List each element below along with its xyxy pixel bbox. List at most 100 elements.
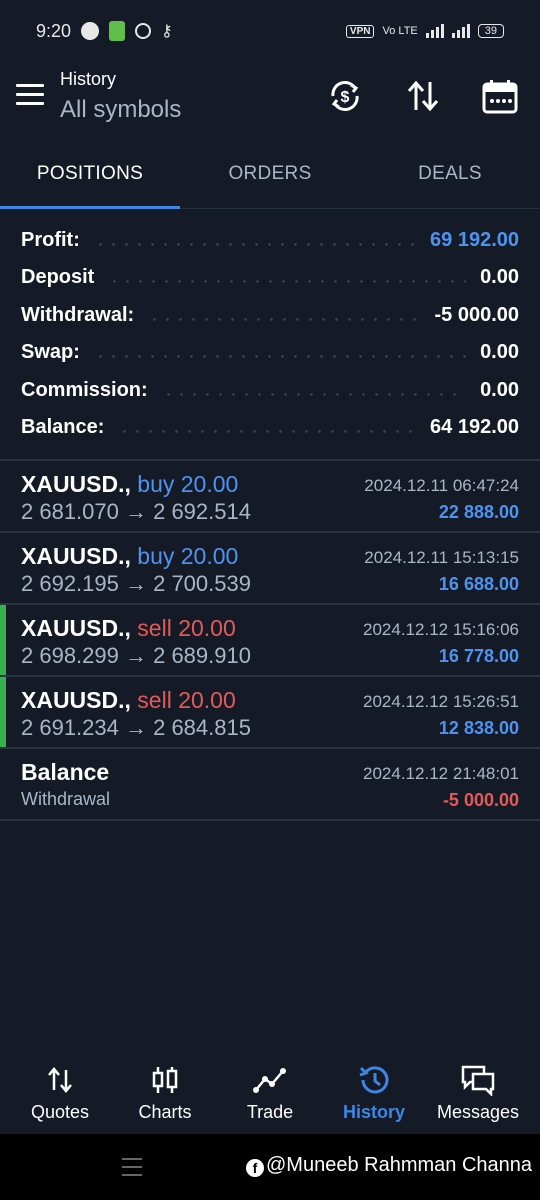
signal-2-icon [451, 24, 470, 38]
calendar-icon[interactable] [480, 76, 520, 116]
svg-text:$: $ [341, 89, 350, 106]
deal-profit: 12 838.00 [438, 718, 519, 738]
telegram-icon [81, 22, 100, 40]
nav-charts[interactable]: Charts [111, 1055, 219, 1135]
deal-symbol-line: XAUUSD., buy 20.00 [21, 543, 238, 570]
nav-label: Messages [436, 1102, 520, 1122]
app-notification-icon [109, 21, 126, 41]
active-tab-indicator [0, 206, 180, 209]
symbol-filter[interactable]: All symbols [60, 96, 181, 124]
status-bar: 9:20 ⚷ VPN Vo LTE 39 [0, 0, 540, 62]
tab-orders[interactable]: ORDERS [180, 152, 360, 210]
balance-subtitle: Withdrawal [21, 789, 111, 809]
summary-value: 69 192.00 [430, 228, 519, 251]
summary-balance-row: Balance: 64 192.00 [21, 409, 519, 445]
facebook-icon: f [246, 1159, 264, 1177]
tab-deals[interactable]: DEALS [360, 152, 540, 210]
balance-title: Balance [21, 759, 110, 785]
app-header: History All symbols $ [0, 62, 540, 132]
tab-positions[interactable]: POSITIONS [0, 152, 180, 210]
deal-profit: 22 888.00 [438, 502, 519, 522]
summary-swap-row: Swap: 0.00 [21, 334, 519, 370]
currency-exchange-icon[interactable]: $ [325, 76, 365, 116]
nav-label: Trade [246, 1102, 294, 1122]
deal-symbol: XAUUSD., [21, 615, 131, 641]
dotted-leader [118, 429, 417, 433]
summary-label: Balance: [21, 415, 105, 438]
system-navigation-bar: f @Muneeb Rahmman Channa [0, 1134, 540, 1200]
dotted-leader [93, 242, 417, 246]
signal-icon [425, 24, 444, 38]
candlestick-icon [147, 1064, 183, 1096]
summary-label: Profit: [21, 228, 80, 251]
deal-symbol-line: XAUUSD., buy 20.00 [21, 471, 238, 498]
summary-value: 0.00 [480, 265, 519, 288]
deal-time: 2024.12.11 15:13:15 [364, 548, 519, 567]
watermark-text: @Muneeb Rahmman Channa [266, 1154, 533, 1176]
nav-label: Quotes [30, 1102, 90, 1122]
summary-value: 0.00 [480, 378, 519, 401]
summary-commission-row: Commission: 0.00 [21, 372, 519, 408]
summary-value: 64 192.00 [430, 415, 519, 438]
deal-prices: 2 692.195 → 2 700.539 [21, 571, 251, 596]
volte-indicator: Vo LTE [382, 25, 418, 37]
open-position-marker [0, 605, 6, 675]
summary-deposit-row: Deposit 0.00 [21, 259, 519, 295]
dotted-leader [108, 279, 467, 283]
balance-operation-row[interactable]: Balance Withdrawal 2024.12.12 21:48:01 -… [0, 749, 540, 819]
deal-side: sell 20.00 [137, 687, 236, 713]
open-position-marker [0, 677, 6, 747]
chat-bubbles-icon [460, 1064, 496, 1098]
page-title: History [60, 69, 117, 89]
deal-prices: 2 681.070 → 2 692.514 [21, 499, 251, 524]
dotted-leader [93, 354, 467, 358]
nav-quotes[interactable]: Quotes [6, 1055, 114, 1135]
nav-history[interactable]: History [320, 1055, 428, 1135]
balance-amount: -5 000.00 [442, 790, 519, 810]
deal-side: buy 20.00 [137, 471, 239, 497]
deal-prices: 2 698.299 → 2 689.910 [21, 643, 251, 668]
vpn-badge: VPN [345, 24, 375, 38]
deal-time: 2024.12.12 15:26:51 [363, 692, 519, 711]
deal-row[interactable]: XAUUSD., sell 20.00 2 691.234 → 2 684.81… [0, 677, 540, 747]
deal-row[interactable]: XAUUSD., sell 20.00 2 698.299 → 2 689.91… [0, 605, 540, 675]
deal-symbol-line: XAUUSD., sell 20.00 [21, 615, 236, 642]
status-time: 9:20 [36, 20, 72, 41]
deal-side: buy 20.00 [137, 543, 239, 569]
deal-symbol: XAUUSD., [21, 687, 131, 713]
divider [0, 819, 540, 821]
watermark: f @Muneeb Rahmman Channa [246, 1154, 532, 1177]
deal-symbol-line: XAUUSD., sell 20.00 [21, 687, 236, 714]
summary-profit-row: Profit: 69 192.00 [21, 222, 519, 258]
deal-symbol: XAUUSD., [21, 471, 131, 497]
recent-apps-icon[interactable] [122, 1158, 142, 1176]
trend-line-icon [252, 1064, 288, 1096]
summary-value: -5 000.00 [434, 303, 519, 326]
summary-label: Deposit [21, 265, 95, 288]
nav-label: History [342, 1102, 405, 1122]
balance-time: 2024.12.12 21:48:01 [363, 764, 519, 783]
deal-profit: 16 778.00 [438, 646, 519, 666]
deal-side: sell 20.00 [137, 615, 236, 641]
battery-indicator: 39 [477, 24, 504, 38]
deal-time: 2024.12.12 15:16:06 [363, 620, 519, 639]
sort-icon[interactable] [403, 76, 443, 116]
menu-icon[interactable] [16, 84, 44, 108]
deal-row[interactable]: XAUUSD., buy 20.00 2 692.195 → 2 700.539… [0, 533, 540, 603]
nav-trade[interactable]: Trade [216, 1055, 324, 1135]
bottom-navigation: Quotes Charts Trade History Messages [0, 1055, 540, 1135]
nav-label: Charts [138, 1102, 192, 1122]
deal-row[interactable]: XAUUSD., buy 20.00 2 681.070 → 2 692.514… [0, 461, 540, 531]
deal-prices: 2 691.234 → 2 684.815 [21, 715, 251, 740]
deal-symbol: XAUUSD., [21, 543, 131, 569]
summary-label: Commission: [21, 378, 148, 401]
dotted-leader [161, 392, 467, 396]
history-tabs: POSITIONS ORDERS DEALS [0, 152, 540, 210]
summary-withdrawal-row: Withdrawal: -5 000.00 [21, 297, 519, 333]
history-clock-icon [356, 1064, 392, 1096]
deal-time: 2024.12.11 06:47:24 [364, 476, 519, 495]
summary-label: Withdrawal: [21, 303, 135, 326]
summary-value: 0.00 [480, 340, 519, 363]
settings-notification-icon [135, 23, 152, 39]
nav-messages[interactable]: Messages [424, 1055, 532, 1135]
